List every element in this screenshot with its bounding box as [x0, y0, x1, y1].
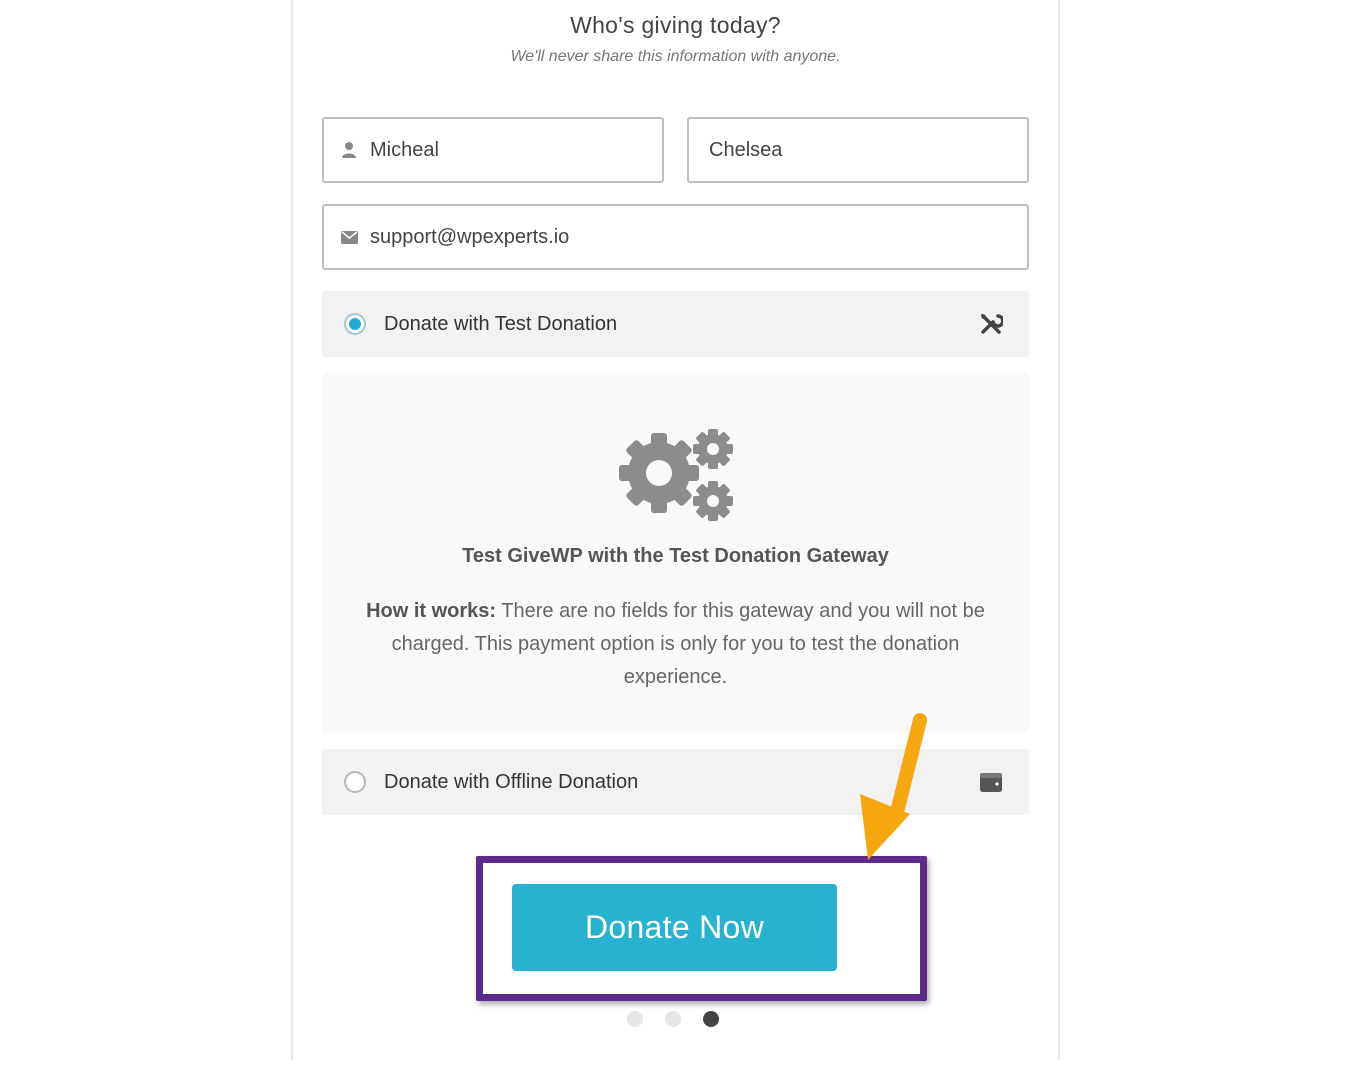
tools-icon — [979, 312, 1005, 336]
pager-dot-1[interactable] — [627, 1011, 643, 1027]
highlight-box — [476, 856, 927, 1001]
form-heading: Who's giving today? — [570, 12, 781, 38]
annotation-arrow-icon — [860, 713, 927, 860]
last-name-value: Chelsea — [709, 138, 783, 161]
step-pager — [627, 1011, 719, 1027]
test-donation-radio[interactable] — [344, 313, 366, 335]
pager-dot-2[interactable] — [665, 1011, 681, 1027]
email-field[interactable]: support@wpexperts.io — [322, 204, 1029, 270]
offline-donation-label: Donate with Offline Donation — [384, 770, 639, 793]
email-value: support@wpexperts.io — [370, 225, 570, 248]
test-gateway-description: How it works: There are no fields for th… — [362, 595, 989, 694]
radio-selected-dot — [349, 318, 361, 330]
wallet-icon — [979, 770, 1003, 794]
first-name-field[interactable]: Micheal — [322, 117, 664, 183]
test-gateway-panel: Test GiveWP with the Test Donation Gatew… — [322, 373, 1029, 733]
test-gateway-title: Test GiveWP with the Test Donation Gatew… — [462, 545, 889, 567]
offline-donation-radio[interactable] — [344, 771, 366, 793]
envelope-icon — [340, 228, 358, 246]
user-icon — [340, 141, 358, 159]
first-name-value: Micheal — [370, 138, 439, 161]
gateway-test-donation[interactable]: Donate with Test Donation — [322, 291, 1029, 357]
form-subheading: We'll never share this information with … — [510, 48, 841, 65]
gears-icon — [619, 429, 733, 521]
test-donation-label: Donate with Test Donation — [384, 312, 618, 335]
pager-dot-3[interactable] — [703, 1011, 719, 1027]
how-it-works-label: How it works: — [366, 600, 497, 622]
last-name-field[interactable]: Chelsea — [687, 117, 1029, 183]
